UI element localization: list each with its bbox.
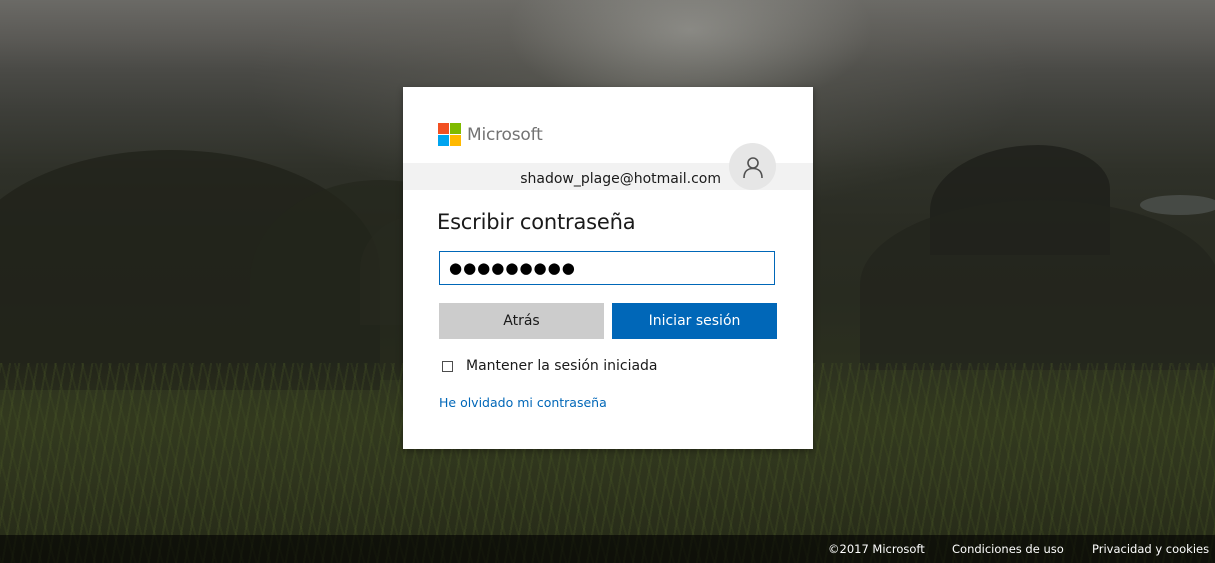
footer-privacy-link[interactable]: Privacidad y cookies [1092,542,1209,556]
footer-copyright: ©2017 Microsoft [828,542,925,556]
logo-square-red [438,123,449,134]
signin-card: Microsoft shadow_plage@hotmail.com Escri… [403,87,813,449]
identity-email: shadow_plage@hotmail.com [520,171,721,187]
keep-signed-in-checkbox[interactable] [442,360,453,372]
logo-square-green [450,123,461,134]
page-title: Escribir contraseña [437,210,636,234]
forgot-password-link[interactable]: He olvidado mi contraseña [439,395,607,410]
back-button[interactable]: Atrás [439,303,604,339]
keep-signed-in-label[interactable]: Mantener la sesión iniciada [466,358,658,374]
keep-signed-in[interactable]: Mantener la sesión iniciada [442,358,658,374]
microsoft-logo-icon [438,123,461,146]
password-field[interactable]: ●●●●●●●●● [439,251,775,285]
user-icon [729,143,776,190]
logo-square-yellow [450,135,461,146]
signin-button[interactable]: Iniciar sesión [612,303,777,339]
background-hill [860,200,1215,370]
footer-terms-link[interactable]: Condiciones de uso [952,542,1064,556]
microsoft-logo: Microsoft [438,123,543,146]
background-water [1140,195,1215,215]
logo-wordmark: Microsoft [467,124,543,145]
password-value: ●●●●●●●●● [449,259,576,277]
user-icon-glyph [742,156,763,178]
footer: ©2017 Microsoft Condiciones de uso Priva… [0,535,1215,563]
logo-square-blue [438,135,449,146]
